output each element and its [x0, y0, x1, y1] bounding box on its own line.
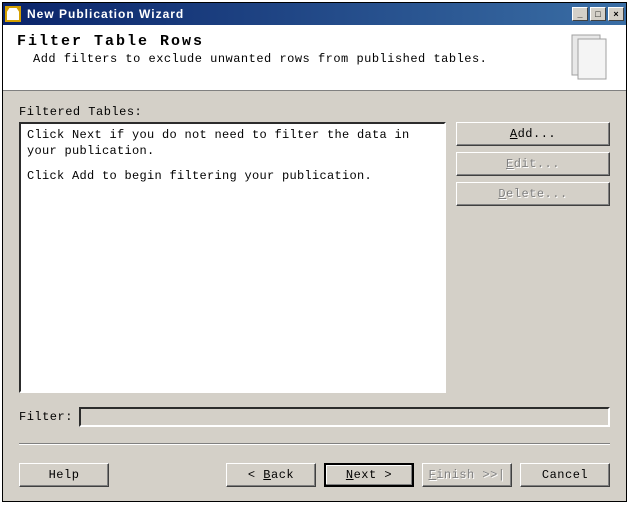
window-title: New Publication Wizard [25, 7, 572, 21]
add-button[interactable]: Add... [456, 122, 610, 146]
window-controls: _ □ × [572, 7, 624, 21]
maximize-button[interactable]: □ [590, 7, 606, 21]
cancel-button[interactable]: Cancel [520, 463, 610, 487]
filter-display [79, 407, 610, 427]
close-button[interactable]: × [608, 7, 624, 21]
page-title: Filter Table Rows [17, 33, 612, 50]
placeholder-text-1: Click Next if you do not need to filter … [27, 128, 438, 159]
filtered-tables-label: Filtered Tables: [19, 105, 610, 119]
placeholder-text-2: Click Add to begin filtering your public… [27, 169, 438, 185]
separator [19, 443, 610, 445]
help-button[interactable]: Help [19, 463, 109, 487]
page-subtitle: Add filters to exclude unwanted rows fro… [33, 52, 612, 66]
wizard-window: New Publication Wizard _ □ × Filter Tabl… [2, 2, 627, 502]
wizard-header: Filter Table Rows Add filters to exclude… [3, 25, 626, 91]
app-icon [5, 6, 21, 22]
next-button[interactable]: Next > [324, 463, 414, 487]
filter-row: Filter: [19, 407, 610, 427]
minimize-button[interactable]: _ [572, 7, 588, 21]
filter-action-buttons: Add... Edit... Delete... [456, 122, 610, 393]
edit-button: Edit... [456, 152, 610, 176]
wizard-footer: Help < Back Next > Finish >>| Cancel [3, 453, 626, 501]
filter-label: Filter: [19, 410, 73, 424]
finish-button: Finish >>| [422, 463, 512, 487]
wizard-body: Filtered Tables: Click Next if you do no… [3, 91, 626, 453]
filtered-tables-list[interactable]: Click Next if you do not need to filter … [19, 122, 446, 393]
titlebar: New Publication Wizard _ □ × [3, 3, 626, 25]
back-button[interactable]: < Back [226, 463, 316, 487]
wizard-glyph-icon [564, 31, 612, 83]
delete-button: Delete... [456, 182, 610, 206]
